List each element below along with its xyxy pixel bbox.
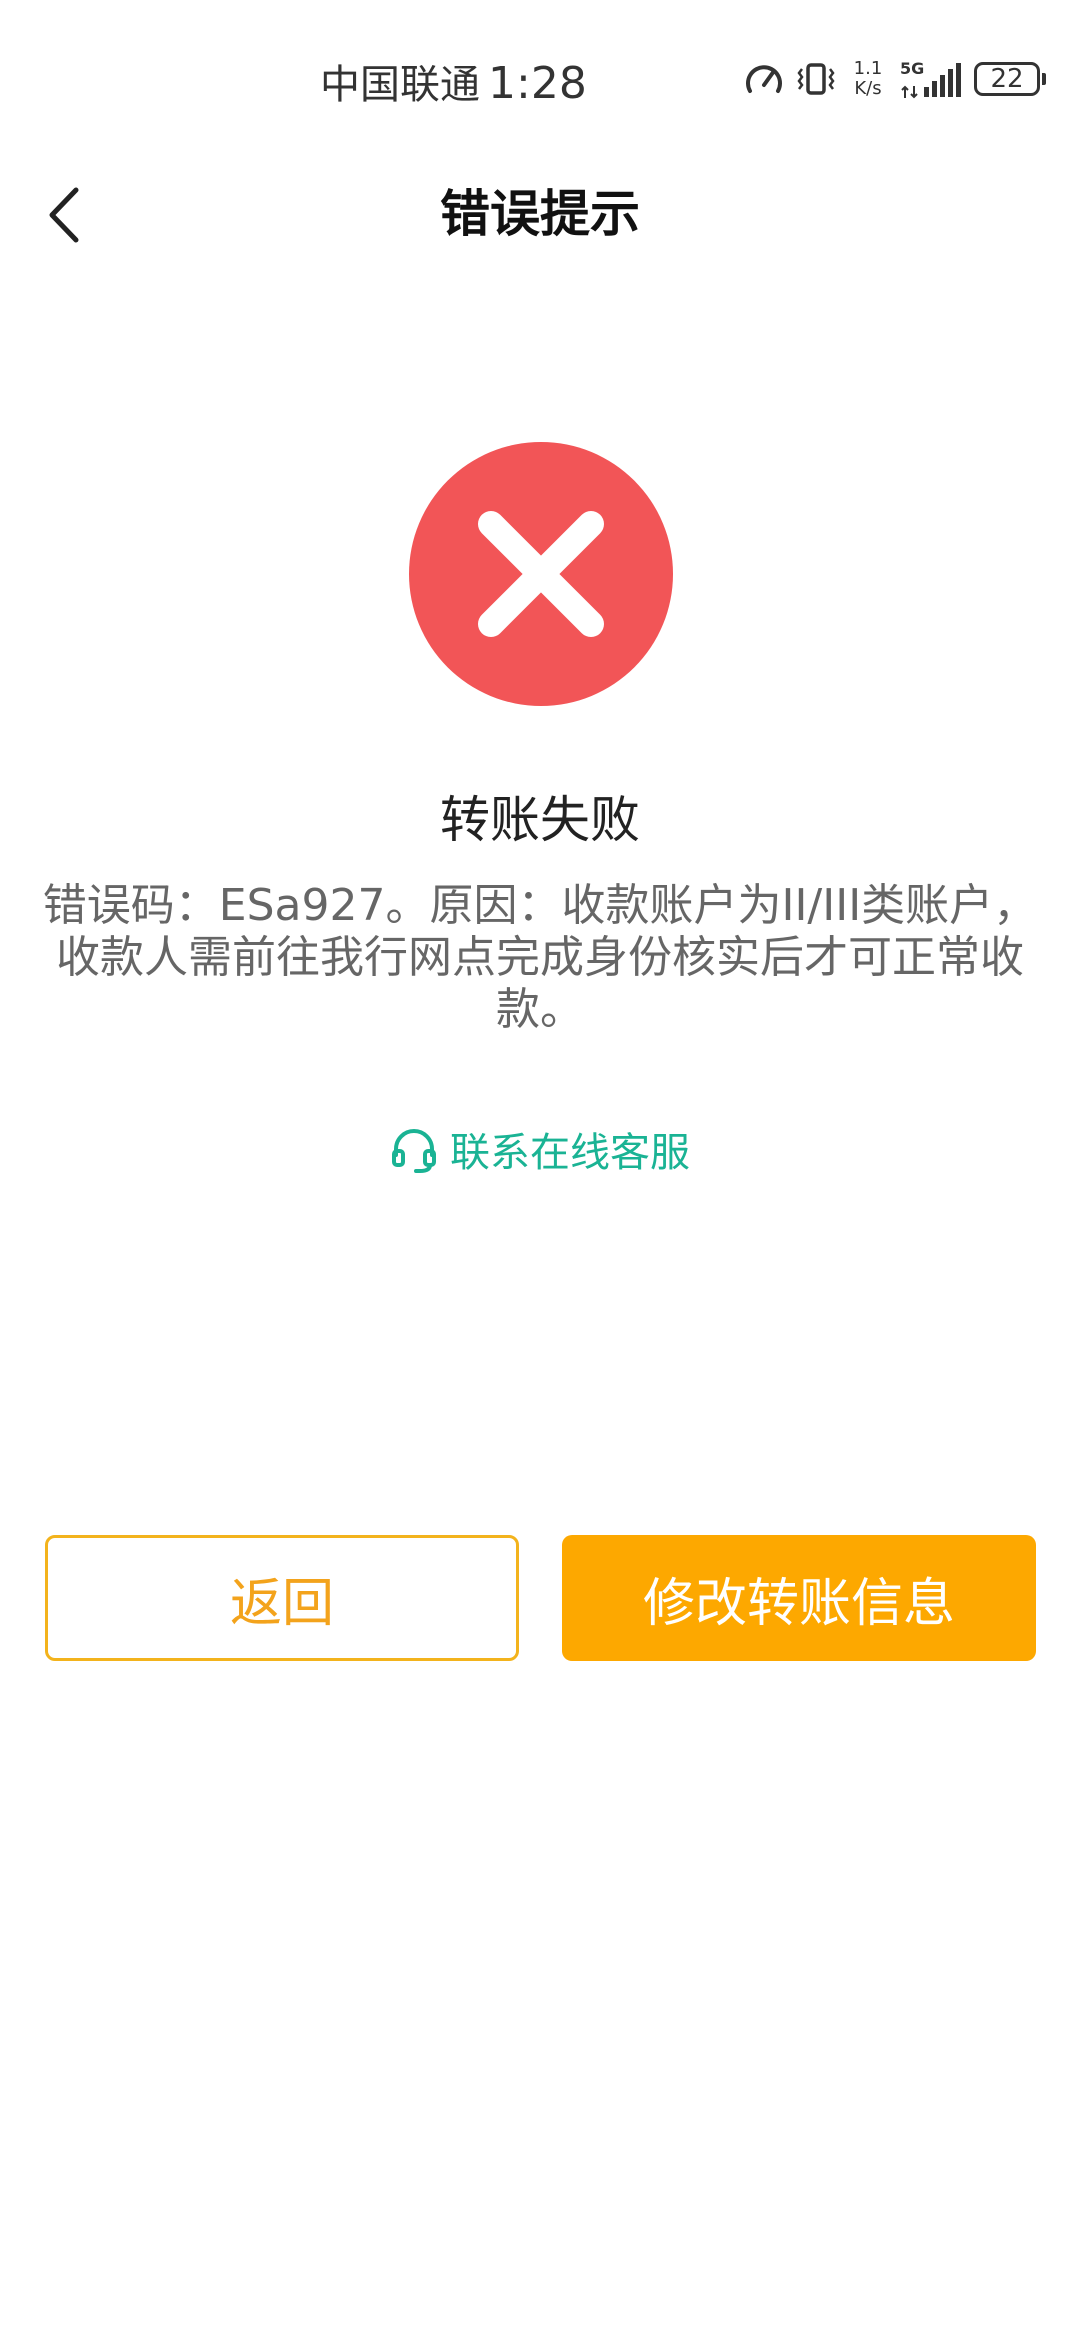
modify-transfer-button-label: 修改转账信息 [642, 1573, 955, 1634]
back-button[interactable]: 返回 [45, 1535, 519, 1661]
nav-bar: 错误提示 [0, 160, 1080, 270]
clock-time: 1:28 [488, 58, 587, 109]
page-title: 错误提示 [440, 185, 640, 243]
net-speed-value: 1.1 [853, 58, 883, 79]
modify-transfer-button[interactable]: 修改转账信息 [562, 1535, 1036, 1661]
carrier-time: 中国联通 1:28 [320, 52, 587, 110]
status-icons: 1.1 K/s 5G 22 [744, 54, 1046, 104]
back-button-label: 返回 [229, 1573, 334, 1634]
data-arrows-icon [901, 85, 918, 99]
screen: 中国联通 1:28 1.1 K/s 5G 22 错误提示 转账失败 错误码：ES… [0, 0, 1080, 2340]
net-speed: 1.1 K/s [848, 59, 888, 99]
battery-level: 22 [990, 64, 1024, 94]
headset-icon [392, 1129, 436, 1173]
network-type: 5G [900, 59, 924, 99]
battery-icon: 22 [974, 62, 1046, 96]
status-bar: 中国联通 1:28 1.1 K/s 5G 22 [0, 0, 1080, 160]
net-speed-unit: K/s [854, 78, 882, 99]
speedometer-icon [746, 65, 782, 93]
error-icon [409, 442, 673, 706]
vibrate-icon [797, 63, 835, 95]
network-type-label: 5G [900, 59, 925, 78]
result-title: 转账失败 [440, 791, 640, 849]
contact-support-label: 联系在线客服 [450, 1130, 690, 1176]
error-message: 错误码：ESa927。原因：收款账户为II/III类账户，收款人需前往我行网点完… [42, 880, 1038, 1035]
contact-support-link[interactable]: 联系在线客服 [0, 1120, 1080, 1178]
signal-icon [924, 63, 961, 97]
signal-group: 5G [900, 59, 962, 99]
carrier-name: 中国联通 [320, 62, 480, 108]
back-arrow-icon[interactable] [36, 178, 96, 248]
close-icon [478, 511, 604, 637]
